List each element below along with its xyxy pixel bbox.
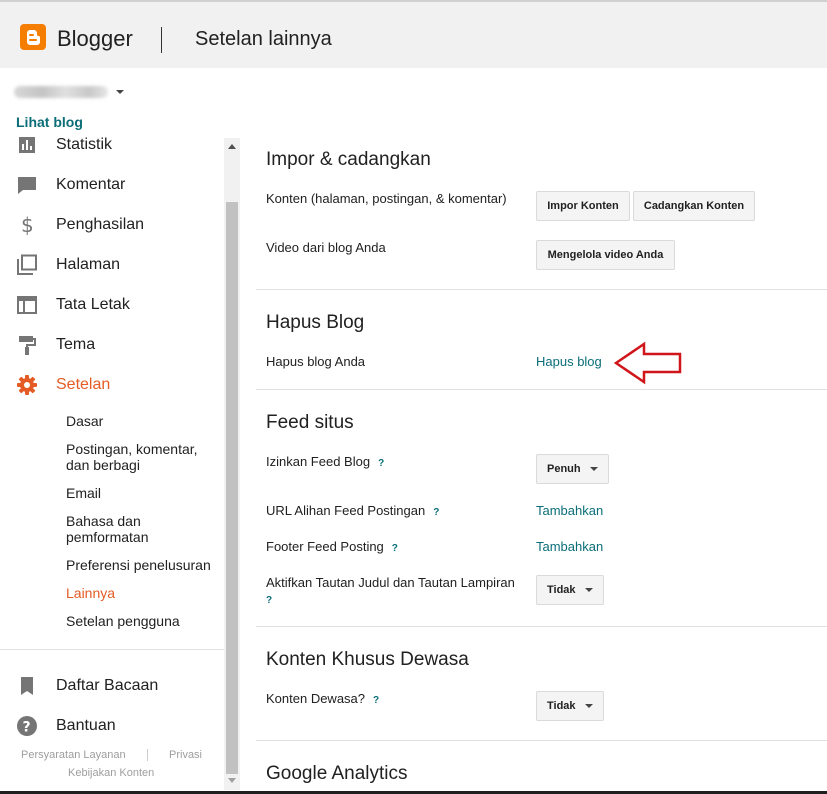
feed-redirect-label: URL Alihan Feed Postingan? <box>266 503 439 521</box>
comment-icon <box>16 174 38 196</box>
allow-feed-text: Izinkan Feed Blog <box>266 454 371 469</box>
nav-label: Bantuan <box>56 717 116 734</box>
sidebar-nav: Statistik Komentar $ Penghasilan Halaman… <box>0 137 224 790</box>
terms-link[interactable]: Persyaratan Layanan <box>21 749 126 761</box>
help-icon: ? <box>16 715 38 737</box>
gear-icon <box>16 374 38 396</box>
sub-item-setelan-pengguna[interactable]: Setelan pengguna <box>66 613 216 629</box>
svg-text:$: $ <box>21 214 34 236</box>
section-divider <box>256 626 827 627</box>
app-header: Blogger Setelan lainnya <box>0 2 827 68</box>
video-label: Video dari blog Anda <box>266 240 386 255</box>
content-policy-link[interactable]: Kebijakan Konten <box>68 767 154 779</box>
help-icon[interactable]: ? <box>378 456 384 472</box>
sidebar-divider <box>0 649 224 650</box>
help-icon[interactable]: ? <box>373 693 379 709</box>
delete-label: Hapus blog Anda <box>266 354 366 369</box>
allow-feed-dropdown[interactable]: Penuh <box>536 454 609 484</box>
page-title: Setelan lainnya <box>195 28 332 50</box>
nav-label: Komentar <box>56 176 126 193</box>
section-title-import: Impor & cadangkan <box>266 149 431 170</box>
section-divider <box>256 389 827 390</box>
nav-label: Statistik <box>56 137 113 153</box>
caret-down-icon <box>585 704 593 708</box>
blogger-logo-icon[interactable] <box>20 24 46 50</box>
backup-content-button[interactable]: Cadangkan Konten <box>633 191 755 221</box>
caret-down-icon <box>590 467 598 471</box>
feed-footer-label: Footer Feed Posting? <box>266 539 398 557</box>
nav-item-daftar-bacaan[interactable]: Daftar Bacaan <box>0 670 224 702</box>
scrollbar-thumb[interactable] <box>226 202 238 774</box>
adult-content-text: Konten Dewasa? <box>266 691 366 706</box>
bar-chart-icon <box>16 137 38 156</box>
scroll-down-arrow-icon[interactable] <box>228 778 236 783</box>
title-links-dropdown[interactable]: Tidak <box>536 575 604 605</box>
nav-item-tema[interactable]: Tema <box>0 329 224 361</box>
section-title-adult: Konten Khusus Dewasa <box>266 649 469 670</box>
caret-down-icon <box>585 588 593 592</box>
sub-item-postingan[interactable]: Postingan, komentar, dan berbagi <box>66 441 206 473</box>
import-content-button[interactable]: Impor Konten <box>536 191 630 221</box>
scroll-up-arrow-icon[interactable] <box>228 144 236 149</box>
adult-content-value: Tidak <box>547 700 576 712</box>
sub-item-email[interactable]: Email <box>66 485 216 501</box>
nav-item-bantuan[interactable]: ? Bantuan <box>0 710 224 742</box>
privacy-link[interactable]: Privasi <box>169 749 202 761</box>
brand-name[interactable]: Blogger <box>57 26 133 52</box>
add-redirect-link[interactable]: Tambahkan <box>536 503 603 518</box>
help-icon[interactable]: ? <box>433 505 439 521</box>
pages-icon <box>16 254 38 276</box>
nav-item-statistik[interactable]: Statistik <box>0 137 224 161</box>
sub-item-dasar[interactable]: Dasar <box>66 413 216 429</box>
nav-item-tata-letak[interactable]: Tata Letak <box>0 289 224 321</box>
help-icon[interactable]: ? <box>266 593 272 609</box>
nav-label: Halaman <box>56 256 121 273</box>
section-divider <box>256 289 827 290</box>
allow-feed-label: Izinkan Feed Blog? <box>266 454 384 472</box>
allow-feed-value: Penuh <box>547 463 581 475</box>
blurred-blog-name <box>14 86 108 98</box>
title-links-help: ? <box>266 591 272 609</box>
delete-blog-link[interactable]: Hapus blog <box>536 354 602 369</box>
svg-text:?: ? <box>23 720 31 736</box>
feed-footer-text: Footer Feed Posting <box>266 539 384 554</box>
caret-down-icon <box>116 90 124 94</box>
section-title-feed: Feed situs <box>266 412 354 433</box>
sub-item-lainnya[interactable]: Lainnya <box>66 585 216 601</box>
section-divider <box>256 740 827 741</box>
title-links-label: Aktifkan Tautan Judul dan Tautan Lampira… <box>266 575 515 590</box>
feed-redirect-text: URL Alihan Feed Postingan <box>266 503 426 518</box>
sub-item-bahasa[interactable]: Bahasa dan pemformatan <box>66 513 176 545</box>
help-icon[interactable]: ? <box>392 541 398 557</box>
layout-icon <box>16 294 38 316</box>
header-divider <box>161 27 162 53</box>
adult-content-dropdown[interactable]: Tidak <box>536 691 604 721</box>
add-footer-link[interactable]: Tambahkan <box>536 539 603 554</box>
manage-videos-button[interactable]: Mengelola video Anda <box>536 240 675 270</box>
adult-content-label: Konten Dewasa?? <box>266 691 379 709</box>
view-blog-link[interactable]: Lihat blog <box>16 114 83 130</box>
nav-label: Setelan <box>56 376 111 393</box>
content-label: Konten (halaman, postingan, & komentar) <box>266 191 507 206</box>
title-links-value: Tidak <box>547 584 576 596</box>
blog-selector[interactable] <box>14 84 124 100</box>
footer-separator <box>147 749 148 761</box>
nav-item-setelan[interactable]: Setelan <box>0 369 224 401</box>
paint-roller-icon <box>16 334 38 356</box>
section-title-delete: Hapus Blog <box>266 312 365 333</box>
nav-label: Penghasilan <box>56 216 145 233</box>
bookmark-icon <box>16 675 38 697</box>
nav-item-komentar[interactable]: Komentar <box>0 169 224 201</box>
nav-label: Daftar Bacaan <box>56 677 159 694</box>
section-title-analytics: Google Analytics <box>266 763 408 784</box>
sub-item-preferensi[interactable]: Preferensi penelusuran <box>66 557 216 573</box>
nav-item-halaman[interactable]: Halaman <box>0 249 224 281</box>
dollar-icon: $ <box>16 213 38 237</box>
nav-item-penghasilan[interactable]: $ Penghasilan <box>0 209 224 241</box>
annotation-arrow-icon <box>613 341 682 385</box>
nav-label: Tata Letak <box>56 296 130 313</box>
nav-label: Tema <box>56 336 96 353</box>
